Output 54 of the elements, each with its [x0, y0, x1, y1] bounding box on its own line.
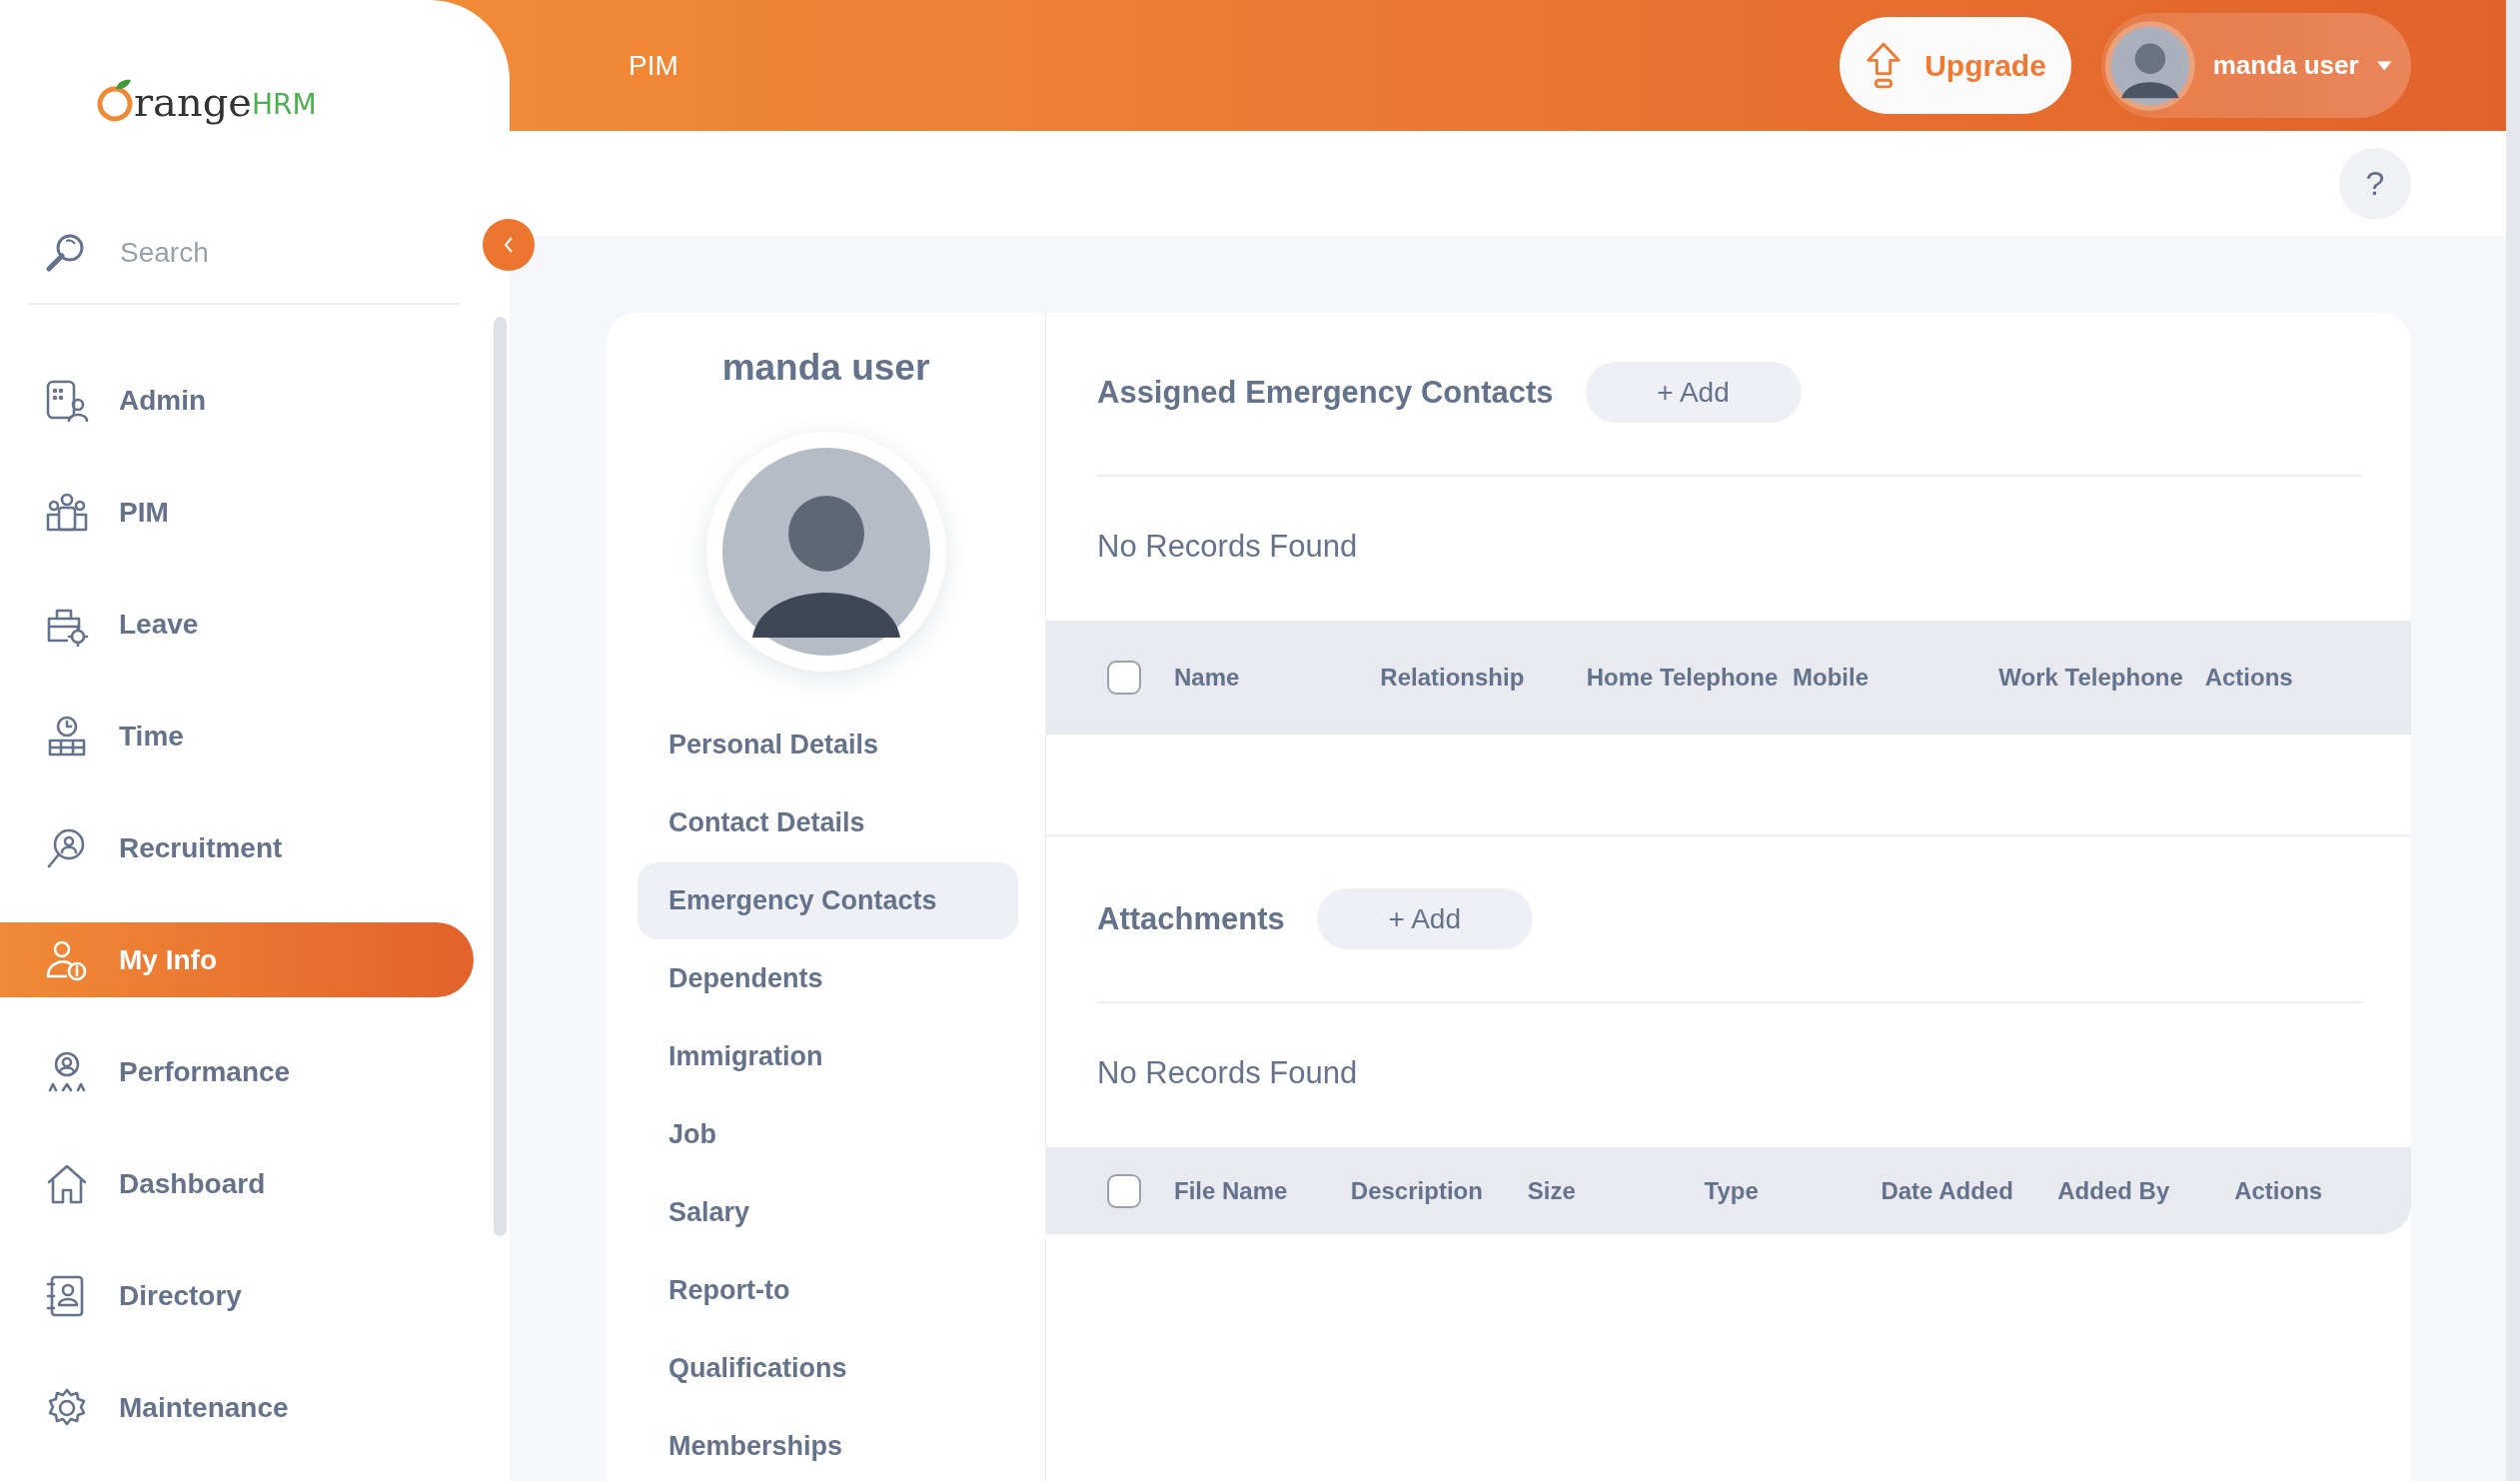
page-title: PIM — [629, 49, 678, 82]
column-header: Mobile — [1793, 663, 1870, 693]
nav-item[interactable]: PIM — [0, 475, 474, 550]
column-header: Added By — [2057, 1175, 2171, 1206]
profile-tab[interactable]: Contact Details — [637, 784, 1018, 861]
checkbox[interactable] — [1107, 661, 1141, 695]
column-header: Relationship — [1380, 663, 1526, 693]
column-header: Actions — [2204, 663, 2294, 693]
nav-item[interactable]: Time — [0, 699, 474, 773]
help-button[interactable]: ? — [2339, 147, 2411, 220]
admin-icon — [45, 378, 89, 423]
upgrade-button[interactable]: Upgrade — [1840, 17, 2071, 114]
caret-icon — [2376, 60, 2391, 71]
section-title: Assigned Emergency Contacts — [1097, 374, 1554, 411]
column-header: Type — [1704, 1175, 1760, 1206]
nav-item[interactable]: Recruitment — [0, 810, 474, 885]
nav-item[interactable]: Performance — [0, 1034, 474, 1109]
nav-item[interactable]: My Info — [0, 922, 474, 997]
section-title: Attachments — [1097, 900, 1285, 937]
profile-tab[interactable]: Report-to — [637, 1252, 1018, 1329]
user-menu[interactable]: manda user — [2101, 13, 2411, 118]
profile-tab[interactable]: Job — [637, 1096, 1018, 1173]
column-header: Size — [1527, 1175, 1577, 1206]
nav-item[interactable]: Dashboard — [0, 1146, 474, 1221]
profile-tab[interactable]: Qualifications — [637, 1330, 1018, 1407]
column-header: Home Telephone — [1586, 663, 1780, 693]
profile-tab[interactable]: Emergency Contacts — [637, 862, 1018, 939]
chevron-left-icon — [503, 235, 515, 255]
checkbox[interactable] — [1107, 1173, 1141, 1208]
nav-item[interactable]: Directory — [0, 1258, 474, 1333]
empty-message: No Records Found — [1097, 528, 1359, 566]
column-header: Actions — [2234, 1175, 2324, 1206]
profile-tab[interactable]: Personal Details — [637, 707, 1018, 783]
employee-name: manda user — [721, 346, 930, 390]
profile-tab[interactable]: Memberships — [637, 1408, 1018, 1481]
profile-tab[interactable]: Salary — [637, 1174, 1018, 1251]
nav-item[interactable]: Leave — [0, 587, 474, 662]
nav-item[interactable]: Maintenance — [0, 1370, 474, 1445]
add-button[interactable]: + Add — [1316, 888, 1533, 949]
collapse-button[interactable] — [483, 219, 535, 271]
column-header: Name — [1174, 663, 1241, 693]
empty-message: No Records Found — [1097, 1054, 1359, 1092]
column-header: File Name — [1174, 1175, 1289, 1206]
add-button[interactable]: + Add — [1585, 362, 1802, 423]
scrollbar[interactable] — [494, 317, 507, 1236]
nav-item[interactable]: Admin — [0, 363, 474, 438]
scrollbar[interactable] — [2506, 0, 2520, 1481]
profile-tab[interactable]: Immigration — [637, 1018, 1018, 1095]
column-header: Date Added — [1881, 1175, 2014, 1206]
column-header: Description — [1350, 1175, 1484, 1206]
column-header: Work Telephone — [1998, 663, 2184, 693]
profile-tab[interactable]: Dependents — [637, 940, 1018, 1017]
upload-icon — [1865, 40, 1903, 91]
search-field[interactable]: Search — [118, 236, 402, 270]
